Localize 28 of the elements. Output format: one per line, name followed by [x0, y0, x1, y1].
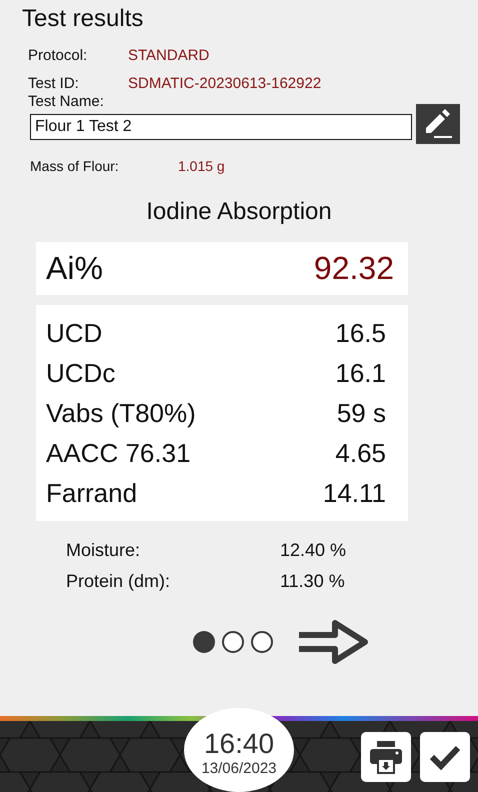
test-name-field[interactable]: Flour 1 Test 2 — [30, 114, 412, 140]
measure-label: Protein (dm): — [66, 571, 172, 592]
result-value: 16.5 — [335, 318, 386, 348]
mass-value: 1.015 g — [178, 158, 225, 174]
result-label: UCDc — [46, 358, 116, 388]
result-value: 4.65 — [335, 438, 386, 468]
info-label: Test ID: — [28, 74, 80, 92]
page-title: Test results — [21, 4, 144, 34]
info-label: Protocol: — [28, 46, 88, 64]
section-title: Iodine Absorption — [145, 198, 333, 227]
result-label: Farrand — [46, 478, 138, 508]
result-label: UCD — [46, 318, 102, 348]
info-value: SDMATIC-20230613-162922 — [128, 74, 322, 92]
clock-time: 16:40 — [204, 728, 274, 760]
result-value: 16.1 — [335, 358, 386, 388]
measure-value: 11.30 % — [280, 571, 345, 592]
measure-value: 12.40 % — [280, 540, 346, 561]
result-label: Ai% — [46, 250, 103, 287]
field-label: Test Name: — [27, 93, 105, 110]
result-value: 59 s — [336, 398, 386, 428]
mass-label: Mass of Flour: — [30, 158, 120, 174]
result-label: AACC 76.31 — [46, 438, 191, 468]
clock-date: 13/06/2023 — [201, 760, 277, 777]
info-value: STANDARD — [128, 46, 210, 64]
result-value: 92.32 — [314, 250, 394, 287]
measure-label: Moisture: — [66, 540, 142, 561]
result-label: Vabs (T80%) — [46, 398, 196, 428]
result-value: 14.11 — [322, 478, 386, 508]
